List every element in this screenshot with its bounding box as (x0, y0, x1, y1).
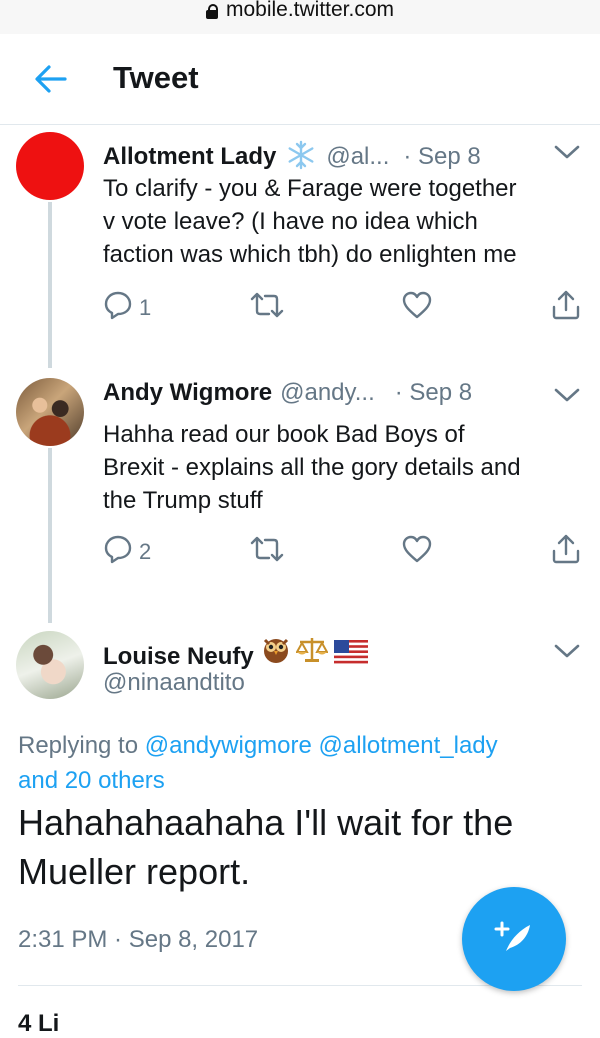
replying-to: Replying to @andywigmore @allotment_lady… (18, 732, 498, 794)
timestamp[interactable]: · Sep 8 (395, 379, 472, 407)
tweet-header: Andy Wigmore @andy... · Sep 8 (103, 379, 472, 407)
display-name[interactable]: Louise Neufy (103, 643, 254, 671)
tweet-header: Louise Neufy (103, 634, 368, 671)
thread-connector (48, 202, 52, 368)
page-title: Tweet (113, 60, 199, 95)
mention-link[interactable]: @andywigmore (145, 732, 312, 759)
reply-count: 1 (139, 295, 152, 320)
avatar[interactable] (16, 132, 84, 200)
handle-row: @ninaandtito (103, 669, 245, 697)
lock-icon (205, 4, 218, 19)
like-button[interactable] (401, 291, 433, 325)
url-display[interactable]: mobile.twitter.com (205, 0, 395, 22)
chevron-down-icon[interactable] (554, 385, 580, 405)
like-icon (401, 290, 433, 326)
like-icon (401, 534, 433, 570)
likes-count[interactable]: 4 Li (18, 1010, 59, 1038)
tweet-actions: 2 (103, 533, 583, 571)
chevron-down-icon[interactable] (554, 142, 580, 162)
chevron-down-icon[interactable] (554, 641, 580, 661)
tweet-text: To clarify - you & Farage were together … (103, 175, 517, 268)
us-flag-icon (333, 640, 368, 671)
timestamp[interactable]: · Sep 8 (403, 143, 480, 171)
display-name[interactable]: Andy Wigmore (103, 379, 272, 407)
reply-count: 2 (139, 539, 152, 564)
retweet-button[interactable] (249, 535, 285, 569)
handle[interactable]: @ninaandtito (103, 669, 245, 697)
share-button[interactable] (551, 533, 581, 571)
handle[interactable]: @al... (326, 143, 389, 171)
reply-icon (103, 534, 133, 570)
display-name[interactable]: Allotment Lady (103, 143, 276, 171)
share-icon (551, 533, 581, 571)
reply-button[interactable]: 1 (103, 291, 151, 325)
share-icon (551, 289, 581, 327)
url-text: mobile.twitter.com (225, 0, 395, 21)
browser-url-bar[interactable]: mobile.twitter.com (0, 0, 600, 35)
tweet-timestamp[interactable]: 2:31 PM · Sep 8, 2017 (18, 926, 258, 954)
retweet-icon (249, 290, 285, 326)
compose-tweet-button[interactable] (462, 887, 566, 991)
snowflake-icon (286, 140, 316, 170)
reply-button[interactable]: 2 (103, 535, 151, 569)
reply-icon (103, 290, 133, 326)
tweet-text: Hahha read our book Bad Boys of Brexit -… (103, 421, 521, 514)
retweet-icon (249, 534, 285, 570)
main-tweet-text: Hahahahaahaha I'll wait for the Mueller … (18, 802, 514, 892)
avatar[interactable] (16, 631, 84, 699)
share-button[interactable] (551, 289, 581, 327)
others-link[interactable]: and 20 others (18, 767, 165, 794)
page-header: Tweet (0, 34, 600, 125)
back-arrow-icon[interactable] (34, 64, 68, 94)
avatar[interactable] (16, 378, 84, 446)
tweet-actions: 1 (103, 289, 583, 327)
thread-connector (48, 448, 52, 623)
handle[interactable]: @andy... (280, 379, 375, 407)
compose-tweet-icon (492, 915, 536, 964)
scales-icon (295, 634, 329, 671)
tweet-header: Allotment Lady @al... · Sep 8 (103, 134, 481, 171)
mention-link[interactable]: @allotment_lady (319, 732, 498, 759)
owl-icon (262, 634, 290, 671)
retweet-button[interactable] (249, 291, 285, 325)
like-button[interactable] (401, 535, 433, 569)
